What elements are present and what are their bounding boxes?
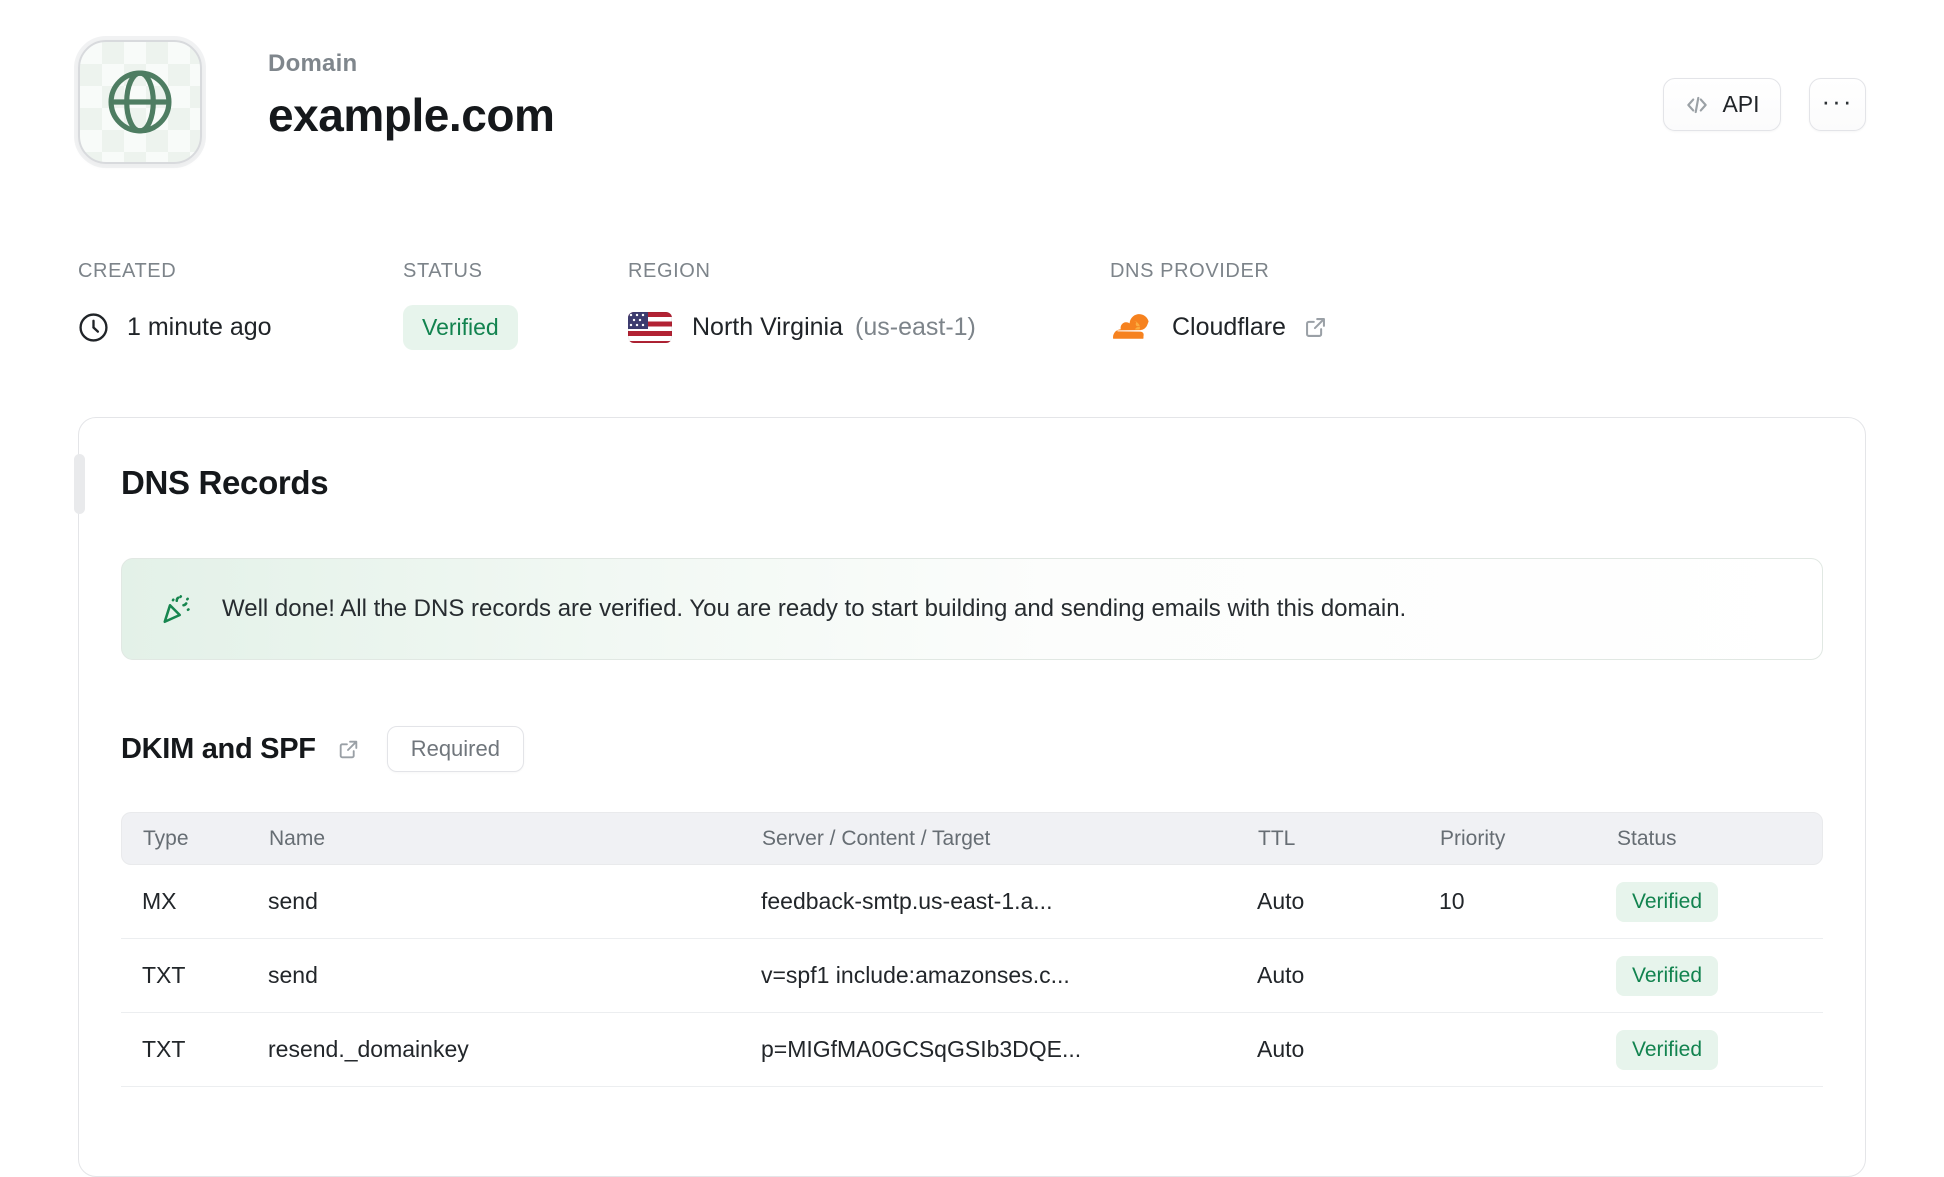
dkim-spf-section-header: DKIM and SPF Required [121, 726, 1823, 772]
dns-provider-value: Cloudflare [1172, 313, 1286, 342]
page-kicker: Domain [268, 50, 554, 78]
cell-status: Verified [1616, 1030, 1802, 1070]
cell-type: TXT [142, 962, 268, 989]
dns-records-title: DNS Records [121, 464, 1823, 502]
cell-name: send [268, 888, 761, 915]
section-indicator [74, 454, 85, 514]
cell-ttl: Auto [1257, 1036, 1439, 1063]
clock-icon [78, 312, 109, 343]
title-block: Domain example.com [268, 40, 554, 142]
code-icon [1684, 92, 1710, 118]
cell-type: MX [142, 888, 268, 915]
cell-content: v=spf1 include:amazonses.c... [761, 962, 1257, 989]
cell-content: p=MIGfMA0GCSqGSIb3DQE... [761, 1036, 1257, 1063]
required-badge: Required [387, 726, 524, 772]
cell-ttl: Auto [1257, 962, 1439, 989]
more-button[interactable]: ··· [1809, 78, 1866, 131]
cell-content: feedback-smtp.us-east-1.a... [761, 888, 1257, 915]
cloudflare-icon [1110, 313, 1154, 342]
region-code: (us-east-1) [855, 313, 976, 342]
party-popper-icon [158, 591, 194, 627]
table-row: MX send feedback-smtp.us-east-1.a... Aut… [121, 865, 1823, 939]
domain-detail-page: Domain example.com API ··· CRE [0, 0, 1944, 1177]
us-flag-icon [628, 312, 672, 343]
more-icon: ··· [1822, 86, 1854, 117]
domain-meta-row: CREATED 1 minute ago STATUS Verified REG… [78, 260, 1866, 351]
domain-avatar [78, 40, 202, 164]
dkim-spf-title: DKIM and SPF [121, 733, 316, 766]
column-header-status: Status [1617, 827, 1801, 851]
column-header-ttl: TTL [1258, 827, 1440, 851]
status-label: STATUS [403, 260, 628, 283]
created-label: CREATED [78, 260, 403, 283]
created-value: 1 minute ago [127, 313, 272, 342]
page-header: Domain example.com API ··· [78, 40, 1866, 164]
dns-records-table: Type Name Server / Content / Target TTL … [121, 812, 1823, 1087]
column-header-priority: Priority [1440, 827, 1617, 851]
meta-region: REGION North Virginia (us-east-1) [628, 260, 1110, 351]
table-row: TXT resend._domainkey p=MIGfMA0GCSqGSIb3… [121, 1013, 1823, 1087]
meta-created: CREATED 1 minute ago [78, 260, 403, 351]
globe-icon [103, 65, 177, 139]
api-button[interactable]: API [1663, 78, 1781, 131]
record-status-badge: Verified [1616, 882, 1718, 922]
header-actions: API ··· [1663, 78, 1866, 131]
cell-name: resend._domainkey [268, 1036, 761, 1063]
success-message: Well done! All the DNS records are verif… [222, 595, 1406, 623]
region-label: REGION [628, 260, 1110, 283]
dns-provider-label: DNS PROVIDER [1110, 260, 1329, 283]
page-title: example.com [268, 88, 554, 142]
region-name: North Virginia [692, 313, 843, 342]
record-status-badge: Verified [1616, 1030, 1718, 1070]
success-banner: Well done! All the DNS records are verif… [121, 558, 1823, 660]
external-link-icon[interactable] [336, 737, 361, 762]
column-header-content: Server / Content / Target [762, 827, 1258, 851]
cell-name: send [268, 962, 761, 989]
status-badge: Verified [403, 305, 518, 350]
cell-priority: 10 [1439, 888, 1616, 915]
table-header-row: Type Name Server / Content / Target TTL … [121, 812, 1823, 865]
meta-dns-provider: DNS PROVIDER Cloudflare [1110, 260, 1329, 351]
column-header-name: Name [269, 827, 762, 851]
external-link-icon[interactable] [1302, 314, 1329, 341]
record-status-badge: Verified [1616, 956, 1718, 996]
cell-ttl: Auto [1257, 888, 1439, 915]
cell-type: TXT [142, 1036, 268, 1063]
cell-status: Verified [1616, 956, 1802, 996]
cell-status: Verified [1616, 882, 1802, 922]
column-header-type: Type [143, 827, 269, 851]
meta-status: STATUS Verified [403, 260, 628, 351]
dns-records-card: DNS Records Well done! All the DNS recor… [78, 417, 1866, 1177]
table-row: TXT send v=spf1 include:amazonses.c... A… [121, 939, 1823, 1013]
api-button-label: API [1722, 91, 1759, 118]
